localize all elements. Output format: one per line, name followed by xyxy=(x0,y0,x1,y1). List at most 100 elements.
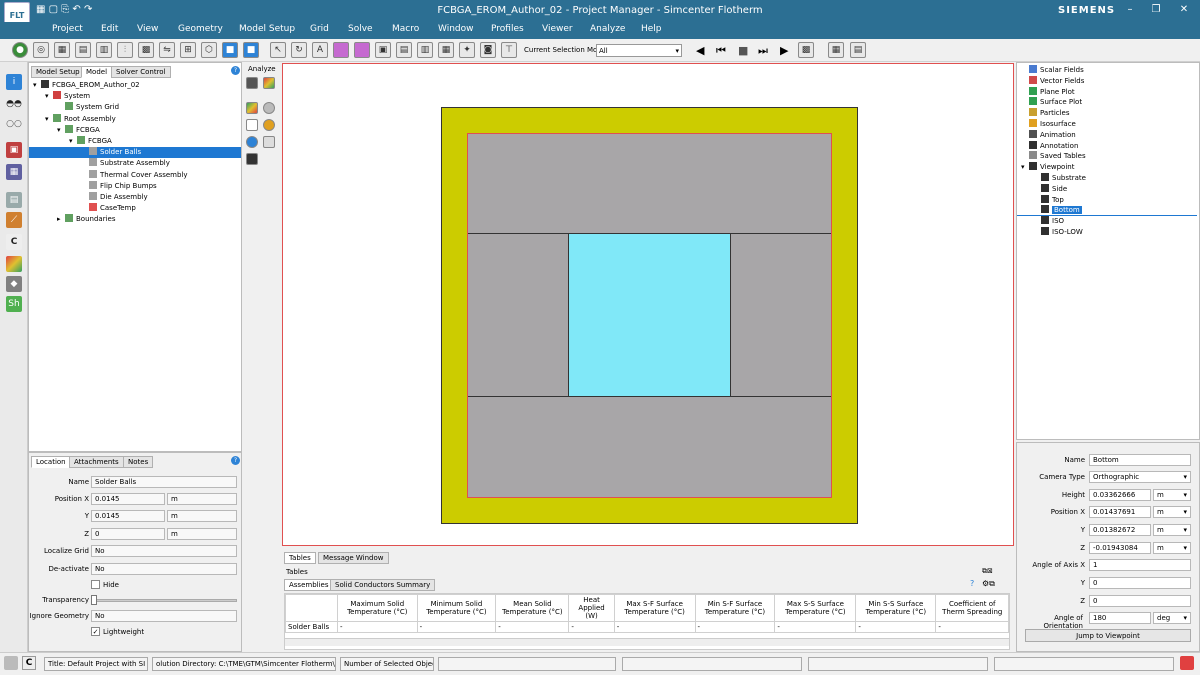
y-unit[interactable]: m xyxy=(167,510,237,522)
expand-arrow-icon[interactable]: ▾ xyxy=(69,136,77,147)
profile-icon[interactable]: ⊞ xyxy=(180,42,196,58)
viewer-tree-node[interactable]: Plane Plot xyxy=(1017,86,1075,98)
tab-notes[interactable]: Notes xyxy=(123,456,154,468)
wireframe-cube-icon[interactable]: ⬡ xyxy=(201,42,217,58)
first-frame-icon[interactable]: ⏮ xyxy=(716,44,726,58)
viewer-tree-node[interactable]: Vector Fields xyxy=(1017,75,1084,87)
expand-arrow-icon[interactable]: ▾ xyxy=(57,125,65,136)
camera-type-select[interactable]: Orthographic ▾ xyxy=(1089,471,1191,483)
column-header[interactable]: Coefficient of Therm Spreading xyxy=(935,594,1009,622)
table-row[interactable]: Solder Balls - - - - - - - - - xyxy=(285,621,1009,633)
column-header[interactable]: Max S-F Surface Temperature (°C) xyxy=(613,594,696,622)
column-header[interactable]: Min S-S Surface Temperature (°C) xyxy=(855,594,937,622)
transparency-slider-thumb[interactable] xyxy=(91,595,97,605)
tab-location[interactable]: Location xyxy=(31,456,71,468)
expand-arrow-icon[interactable]: ▾ xyxy=(45,114,53,125)
export-icon[interactable] xyxy=(263,136,275,148)
vp-z-unit[interactable]: m ▾ xyxy=(1153,542,1191,554)
split-icon[interactable]: ▥ xyxy=(417,42,433,58)
tree-node[interactable]: Thermal Cover Assembly xyxy=(29,169,188,181)
lightweight-checkbox[interactable]: ✓ xyxy=(91,627,100,636)
previous-frame-icon[interactable]: ◀ xyxy=(696,44,704,57)
glasses-icon[interactable]: ◓◓ xyxy=(6,96,22,112)
viewer-tree-node[interactable]: Isosurface xyxy=(1017,119,1076,130)
tree-node[interactable]: Substrate Assembly xyxy=(29,158,170,169)
viewer-tree-node[interactable]: Particles xyxy=(1017,108,1070,119)
play-icon[interactable]: ▶ xyxy=(780,44,788,57)
model-icon[interactable]: ▤ xyxy=(75,42,91,58)
vector-icon[interactable] xyxy=(263,102,275,114)
tree-node[interactable]: Flip Chip Bumps xyxy=(29,180,157,192)
tree-node[interactable]: CaseTemp xyxy=(29,203,136,214)
camera-icon[interactable]: ◙ xyxy=(480,42,496,58)
die-region[interactable] xyxy=(568,234,731,396)
shaded-cube-icon[interactable]: ■ xyxy=(243,42,259,58)
model-cube-icon[interactable]: ▣ xyxy=(6,142,22,158)
stop-icon[interactable]: ■ xyxy=(738,44,748,57)
record-icon[interactable]: ▩ xyxy=(798,42,814,58)
height-unit[interactable]: m ▾ xyxy=(1153,489,1191,501)
expand-arrow-icon[interactable]: ▸ xyxy=(57,214,65,225)
vp-position-x-unit[interactable]: m ▾ xyxy=(1153,506,1191,518)
help-icon[interactable]: ? xyxy=(231,66,240,75)
tab-message-window[interactable]: Message Window xyxy=(318,552,389,564)
vp-position-x-field[interactable]: 0.01437691 xyxy=(1089,506,1151,518)
column-header[interactable]: Maximum Solid Temperature (°C) xyxy=(337,594,418,622)
close-icon[interactable]: ✕ xyxy=(1176,3,1192,17)
vp-y-unit[interactable]: m ▾ xyxy=(1153,524,1191,536)
orientation-unit[interactable]: deg ▾ xyxy=(1153,612,1191,624)
tree-node[interactable]: ▾ Root Assembly xyxy=(29,113,116,125)
menu-window[interactable]: Window xyxy=(438,24,474,34)
axis-y-field[interactable]: 0 xyxy=(1089,577,1191,589)
column-header[interactable]: Heat Applied (W) xyxy=(568,594,615,622)
maximize-icon[interactable]: ❐ xyxy=(1148,3,1164,17)
mesh-icon[interactable]: ▦ xyxy=(6,164,22,180)
grid-icon[interactable]: ⫶ xyxy=(117,42,133,58)
export-icon[interactable]: ⚙⧉ xyxy=(982,579,995,589)
solve-icon[interactable]: ● xyxy=(12,42,28,58)
menu-viewer[interactable]: Viewer xyxy=(542,24,573,34)
menu-model-setup[interactable]: Model Setup xyxy=(239,24,295,34)
viewer-tree-node[interactable]: ISO xyxy=(1017,216,1064,227)
commander-icon[interactable]: C xyxy=(6,234,22,250)
expand-arrow-icon[interactable]: ▾ xyxy=(1021,162,1029,173)
ignore-geometry-field[interactable]: No xyxy=(91,610,237,622)
orientation-field[interactable]: 180 xyxy=(1089,612,1151,624)
results-icon[interactable] xyxy=(6,256,22,272)
height-field[interactable]: 0.03362666 xyxy=(1089,489,1151,501)
analyze-chart-icon[interactable] xyxy=(246,77,258,89)
viewer-tree-node[interactable]: Saved Tables xyxy=(1017,151,1086,162)
menu-project[interactable]: Project xyxy=(52,24,83,34)
viewer-tree-node[interactable]: Substrate xyxy=(1017,173,1086,184)
report-icon[interactable]: ▤ xyxy=(850,42,866,58)
vp-y-field[interactable]: 0.01382672 xyxy=(1089,524,1151,536)
text-icon[interactable]: A xyxy=(312,42,328,58)
selection-mode-select[interactable]: All ▾ xyxy=(596,44,682,57)
rotate-icon[interactable]: ↻ xyxy=(291,42,307,58)
info-icon[interactable]: i xyxy=(6,74,22,90)
menu-solve[interactable]: Solve xyxy=(348,24,373,34)
camera-icon[interactable] xyxy=(246,153,258,165)
view-icon[interactable]: ▣ xyxy=(375,42,391,58)
tree-node[interactable]: ▸ Boundaries xyxy=(29,214,115,225)
particles-icon[interactable] xyxy=(246,119,258,131)
localize-grid-field[interactable]: No xyxy=(91,545,237,557)
vp-name-field[interactable]: Bottom xyxy=(1089,454,1191,466)
layout-icon[interactable]: ▤ xyxy=(396,42,412,58)
assembly-icon[interactable]: ▥ xyxy=(96,42,112,58)
tab-model-setup[interactable]: Model Setup xyxy=(31,66,85,78)
tab-tables[interactable]: Tables xyxy=(284,552,316,564)
column-header[interactable]: Minimum Solid Temperature (°C) xyxy=(416,594,497,622)
network-icon[interactable]: ▩ xyxy=(138,42,154,58)
expand-arrow-icon[interactable]: ▾ xyxy=(45,91,53,102)
select-arrow-icon[interactable]: ↖ xyxy=(270,42,286,58)
menu-geometry[interactable]: Geometry xyxy=(178,24,223,34)
column-header[interactable]: Mean Solid Temperature (°C) xyxy=(495,594,570,622)
axis-z-field[interactable]: 0 xyxy=(1089,595,1191,607)
transparency-slider[interactable] xyxy=(93,599,237,602)
menu-edit[interactable]: Edit xyxy=(101,24,118,34)
table-scrollbar[interactable] xyxy=(285,638,1009,646)
tree-node[interactable]: ▾ FCBGA_EROM_Author_02 xyxy=(29,80,140,91)
palette-icon[interactable]: ✦ xyxy=(459,42,475,58)
vp-z-field[interactable]: -0.01943084 xyxy=(1089,542,1151,554)
